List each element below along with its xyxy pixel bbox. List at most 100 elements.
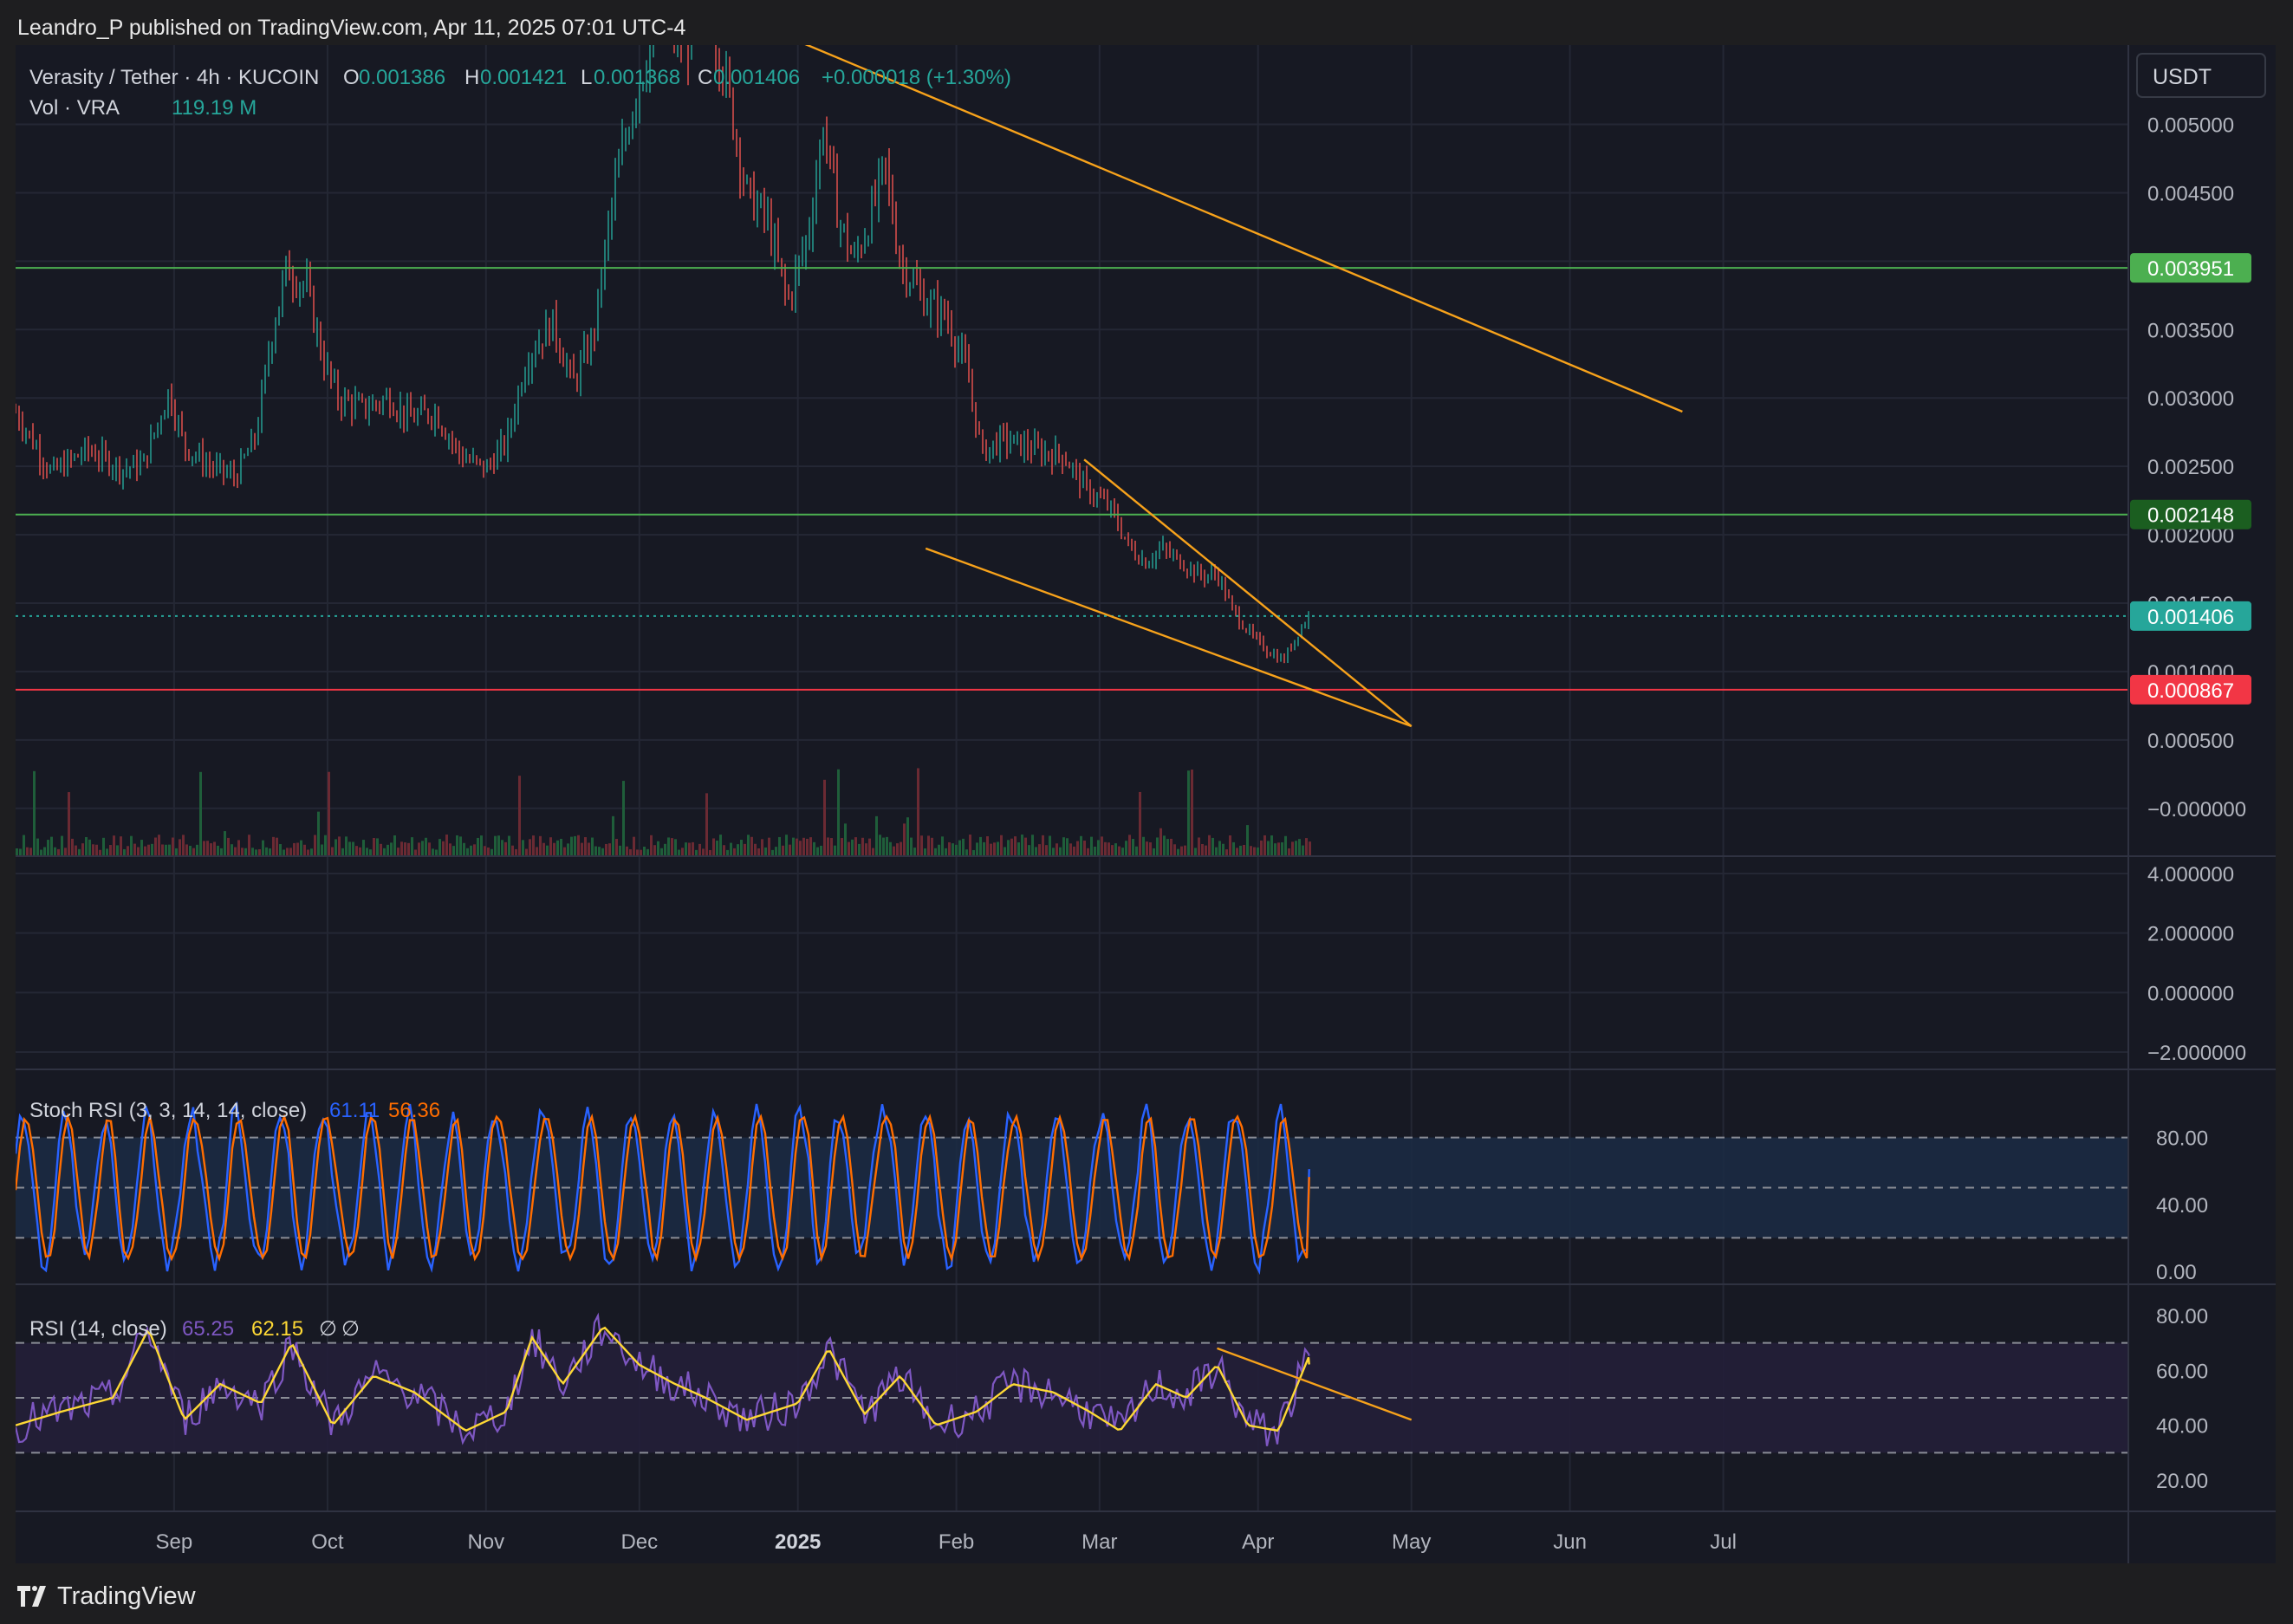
- volume-bar: [834, 845, 836, 855]
- volume-bar: [300, 840, 302, 855]
- volume-bar: [792, 837, 795, 855]
- volume-bar: [671, 838, 673, 855]
- volume-bar: [848, 841, 850, 855]
- volume-bar: [81, 843, 84, 855]
- volume-bar: [667, 837, 670, 855]
- volume-bar: [608, 843, 611, 855]
- volume-bar: [827, 837, 829, 855]
- volume-bar: [1132, 839, 1134, 855]
- time-tick-label: Apr: [1242, 1530, 1274, 1554]
- volume-bar: [220, 848, 223, 855]
- currency-label: USDT: [2153, 65, 2212, 89]
- tradingview-logo-icon: [17, 1586, 46, 1607]
- volume-bar: [1083, 841, 1086, 855]
- volume-bar: [88, 839, 91, 855]
- volume-bar: [844, 823, 847, 855]
- volume-bar: [1153, 848, 1155, 855]
- volume-label[interactable]: Vol · VRA: [29, 96, 120, 120]
- symbol-name[interactable]: Verasity / Tether · 4h · KUCOIN: [29, 66, 319, 89]
- volume-bar: [1250, 846, 1252, 855]
- volume-bar: [816, 847, 819, 855]
- level-label-last: 0.001406: [2147, 606, 2234, 629]
- volume-bar: [997, 841, 999, 855]
- volume-bar: [1184, 845, 1186, 855]
- volume-bar: [747, 835, 750, 855]
- volume-bar: [1163, 835, 1166, 855]
- volume-bar: [990, 843, 992, 855]
- stoch-label[interactable]: Stoch RSI (3, 3, 14, 14, close): [29, 1099, 307, 1122]
- volume-bar: [802, 837, 805, 855]
- volume-bar: [1232, 841, 1235, 855]
- volume-bar: [577, 835, 580, 855]
- currency-selector[interactable]: USDT: [2136, 53, 2266, 98]
- price-tick-label: 0.002500: [2147, 456, 2234, 479]
- indicator-tick-label: −2.000000: [2147, 1042, 2246, 1065]
- volume-bar: [1288, 848, 1290, 855]
- volume-bar: [1166, 839, 1169, 855]
- volume-bar: [511, 845, 514, 855]
- volume-bar: [775, 847, 777, 855]
- volume-bar: [314, 835, 316, 855]
- volume-bar: [251, 848, 254, 855]
- volume-bar: [1263, 835, 1266, 855]
- volume-bar: [1135, 846, 1138, 855]
- volume-bar: [1156, 837, 1159, 855]
- volume-bar: [1111, 845, 1114, 855]
- volume-bar: [1087, 848, 1089, 855]
- volume-bar: [40, 849, 42, 855]
- rsi-label[interactable]: RSI (14, close): [29, 1317, 167, 1341]
- stoch-tick-label: 80.00: [2156, 1127, 2208, 1151]
- footer-brand[interactable]: TradingView: [57, 1582, 196, 1611]
- volume-bar: [515, 848, 517, 855]
- price-tick-label: 0.003500: [2147, 319, 2234, 342]
- indicator-tick-label: 2.000000: [2147, 923, 2234, 946]
- volume-bar: [1267, 841, 1270, 855]
- volume-bar: [948, 841, 951, 855]
- volume-bar: [137, 847, 140, 855]
- volume-bar: [744, 843, 746, 855]
- volume-bar: [341, 848, 344, 855]
- volume-bar: [359, 847, 361, 855]
- volume-bar: [227, 837, 230, 855]
- volume-bar: [879, 835, 881, 855]
- volume-bar: [1305, 838, 1308, 855]
- volume-bar: [224, 831, 226, 855]
- volume-bar: [1208, 835, 1211, 855]
- price-tick-label: 0.005000: [2147, 114, 2234, 138]
- volume-bar: [338, 836, 341, 855]
- volume-bar: [896, 843, 899, 855]
- volume-bar: [893, 846, 895, 855]
- volume-bar: [591, 837, 594, 855]
- volume-bar: [1045, 845, 1048, 855]
- volume-bar: [546, 845, 549, 855]
- volume-bar: [1170, 838, 1172, 855]
- volume-bar: [452, 846, 455, 855]
- volume-bar: [335, 839, 337, 855]
- high-value: 0.001421: [480, 66, 567, 89]
- volume-bar: [480, 835, 483, 855]
- volume-bar: [161, 844, 164, 855]
- volume-bar: [685, 842, 687, 855]
- volume-bar: [782, 845, 784, 855]
- volume-bar: [95, 844, 98, 855]
- chart-canvas[interactable]: 0.005000 0.004500 0.003500 0.003000 0.002500…: [14, 0, 2276, 1563]
- stoch-k-value: 61.11: [329, 1099, 380, 1122]
- volume-bar: [910, 837, 913, 855]
- volume-bar: [1014, 836, 1017, 855]
- volume-bar: [813, 841, 815, 855]
- volume-bar: [407, 842, 410, 855]
- volume-bar: [61, 835, 63, 855]
- volume-bar: [688, 842, 691, 855]
- volume-bar: [213, 841, 216, 855]
- volume-bar: [594, 846, 597, 855]
- volume-bar: [854, 837, 857, 855]
- volume-bar: [702, 848, 705, 855]
- volume-bar: [733, 848, 736, 855]
- volume-bar: [1042, 835, 1044, 855]
- volume-bar: [1080, 835, 1082, 855]
- volume-bar: [976, 842, 978, 855]
- volume-bar: [234, 847, 237, 855]
- volume-bar: [1031, 835, 1034, 855]
- volume-bar: [906, 817, 909, 855]
- time-tick-label: Mar: [1082, 1530, 1117, 1554]
